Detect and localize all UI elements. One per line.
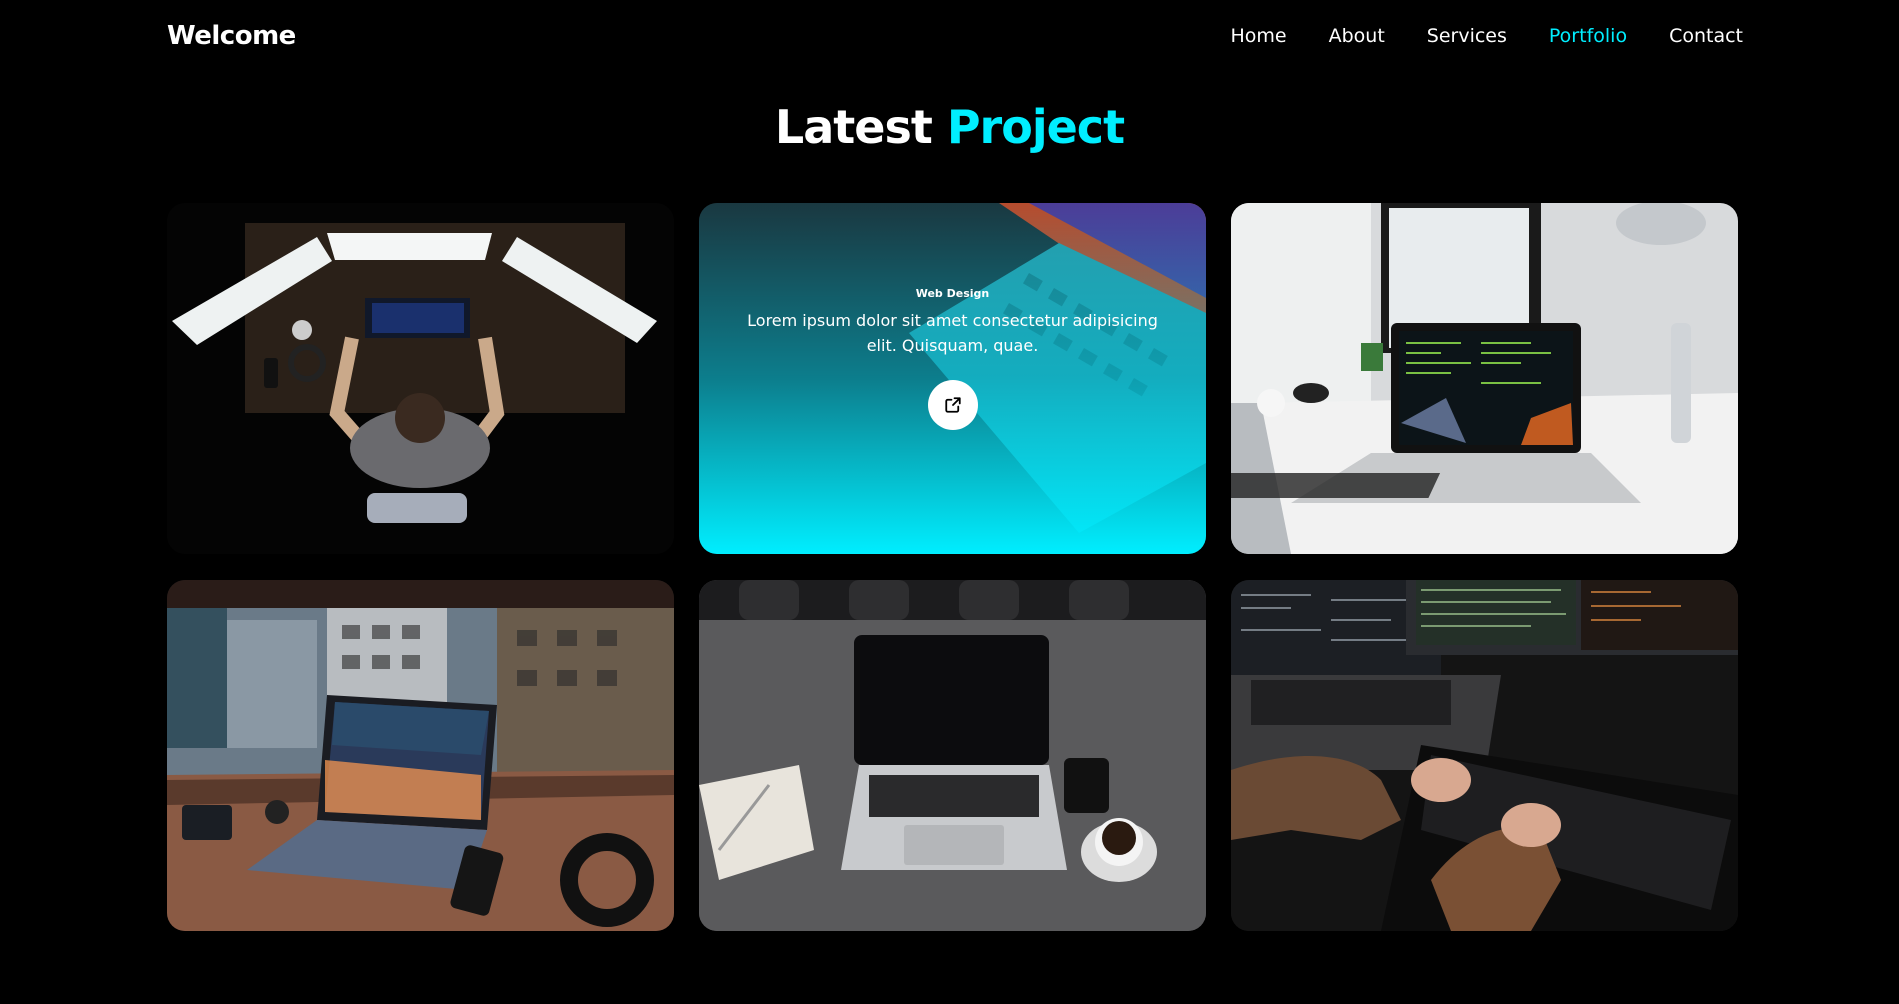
- project-image-overhead-desk: [167, 203, 674, 554]
- portfolio-card-4[interactable]: [167, 580, 674, 931]
- nav-about[interactable]: About: [1329, 25, 1385, 47]
- project-description: Lorem ipsum dolor sit amet consectetur a…: [747, 311, 1158, 355]
- project-image-typing-monitors: [1231, 580, 1738, 931]
- project-image-city-laptop: [167, 580, 674, 931]
- nav-portfolio[interactable]: Portfolio: [1549, 25, 1627, 47]
- heading-accent: Project: [946, 100, 1125, 154]
- portfolio-card-1[interactable]: [167, 203, 674, 554]
- site-header: Welcome Home About Services Portfolio Co…: [167, 14, 1743, 58]
- project-hover-overlay: Web Design Lorem ipsum dolor sit amet co…: [699, 203, 1206, 554]
- portfolio-card-5[interactable]: [699, 580, 1206, 931]
- nav-contact[interactable]: Contact: [1669, 25, 1743, 47]
- portfolio-grid: Web Design Lorem ipsum dolor sit amet co…: [167, 203, 1738, 931]
- main-nav: Home About Services Portfolio Contact: [1188, 25, 1743, 47]
- project-image-macbook-coffee: [699, 580, 1206, 931]
- portfolio-card-6[interactable]: [1231, 580, 1738, 931]
- portfolio-card-2[interactable]: Web Design Lorem ipsum dolor sit amet co…: [699, 203, 1206, 554]
- nav-home[interactable]: Home: [1230, 25, 1286, 47]
- project-link-button[interactable]: [927, 380, 978, 430]
- project-category: Web Design: [915, 287, 990, 300]
- project-image-code-laptop: [1231, 203, 1738, 554]
- external-link-icon: [944, 397, 961, 413]
- section-heading: Latest Project: [0, 100, 1899, 154]
- heading-main: Latest: [774, 100, 933, 154]
- site-logo[interactable]: Welcome: [167, 21, 296, 51]
- portfolio-card-3[interactable]: [1231, 203, 1738, 554]
- nav-services[interactable]: Services: [1427, 25, 1507, 47]
